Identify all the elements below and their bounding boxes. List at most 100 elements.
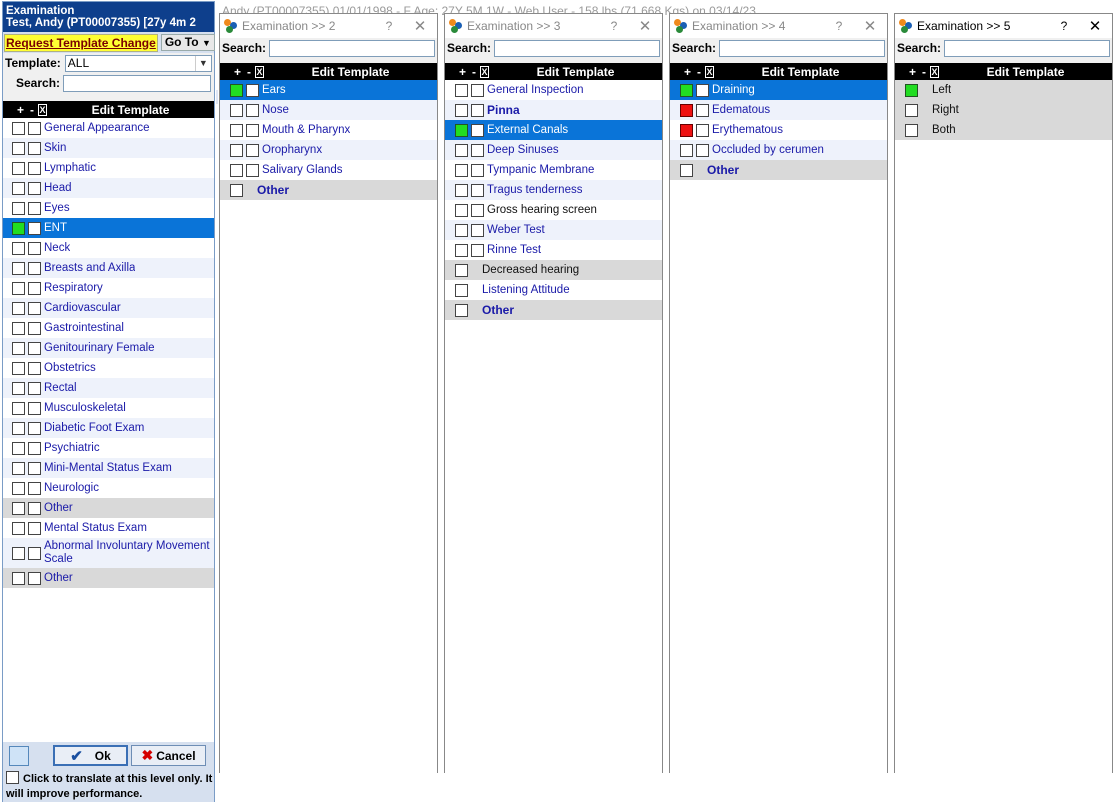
status-checkbox[interactable] — [680, 83, 693, 97]
edit-template-button[interactable]: Edit Template — [939, 65, 1112, 79]
list-item-decreased-hearing[interactable]: Decreased hearing — [445, 260, 662, 280]
select-checkbox[interactable] — [246, 83, 259, 97]
list-item-rectal[interactable]: Rectal — [3, 378, 214, 398]
clear-selection-icon[interactable]: X — [705, 65, 714, 78]
search-input[interactable] — [719, 39, 885, 57]
select-checkbox[interactable] — [28, 421, 41, 435]
edit-template-button[interactable]: Edit Template — [489, 65, 662, 79]
select-checkbox[interactable] — [28, 341, 41, 355]
list-item-lymphatic[interactable]: Lymphatic — [3, 158, 214, 178]
status-checkbox[interactable] — [12, 361, 25, 375]
help-icon[interactable]: ? — [375, 19, 403, 33]
list-item-draining[interactable]: Draining — [670, 80, 887, 100]
select-checkbox[interactable] — [471, 123, 484, 137]
cancel-button[interactable]: ✖ Cancel — [131, 745, 206, 766]
request-template-change-link[interactable]: Request Template Change — [4, 33, 158, 52]
status-checkbox[interactable] — [455, 103, 468, 117]
status-checkbox[interactable] — [12, 221, 25, 235]
select-checkbox[interactable] — [28, 461, 41, 475]
select-checkbox[interactable] — [246, 143, 259, 157]
search-input[interactable] — [944, 39, 1110, 57]
list-item-weber-test[interactable]: Weber Test — [445, 220, 662, 240]
status-checkbox[interactable] — [12, 521, 25, 535]
list-item-neck[interactable]: Neck — [3, 238, 214, 258]
translate-icon[interactable] — [9, 746, 29, 766]
close-icon[interactable]: ✕ — [853, 17, 887, 35]
list-item-other[interactable]: Other — [670, 160, 887, 180]
list-item-tympanic-membrane[interactable]: Tympanic Membrane — [445, 160, 662, 180]
status-checkbox[interactable] — [12, 201, 25, 215]
select-checkbox[interactable] — [28, 401, 41, 415]
help-icon[interactable]: ? — [600, 19, 628, 33]
status-checkbox[interactable] — [905, 123, 918, 137]
status-checkbox[interactable] — [12, 401, 25, 415]
select-checkbox[interactable] — [471, 163, 484, 177]
window-title-bar[interactable]: Examination >> 4? ✕ — [670, 14, 887, 38]
list-item-tragus-tenderness[interactable]: Tragus tenderness — [445, 180, 662, 200]
close-icon[interactable]: ✕ — [628, 17, 662, 35]
list-item-other[interactable]: Other — [3, 568, 214, 588]
select-checkbox[interactable] — [471, 203, 484, 217]
status-checkbox[interactable] — [12, 341, 25, 355]
list-item-gross-hearing-screen[interactable]: Gross hearing screen — [445, 200, 662, 220]
search-input[interactable] — [63, 74, 212, 92]
select-checkbox[interactable] — [28, 201, 41, 215]
select-checkbox[interactable] — [471, 83, 484, 97]
goto-button[interactable]: Go To ▼ — [160, 34, 215, 51]
list-item-ears[interactable]: Ears — [220, 80, 437, 100]
search-input[interactable] — [494, 39, 660, 57]
list-item-psychiatric[interactable]: Psychiatric — [3, 438, 214, 458]
list-item-respiratory[interactable]: Respiratory — [3, 278, 214, 298]
status-checkbox[interactable] — [12, 141, 25, 155]
status-checkbox[interactable] — [455, 303, 468, 317]
select-checkbox[interactable] — [28, 281, 41, 295]
list-item-mini-mental-status-exam[interactable]: Mini-Mental Status Exam — [3, 458, 214, 478]
status-checkbox[interactable] — [680, 163, 693, 177]
status-checkbox[interactable] — [455, 123, 468, 137]
status-checkbox[interactable] — [230, 143, 243, 157]
help-icon[interactable]: ? — [825, 19, 853, 33]
select-checkbox[interactable] — [28, 381, 41, 395]
status-checkbox[interactable] — [230, 163, 243, 177]
status-checkbox[interactable] — [12, 421, 25, 435]
status-checkbox[interactable] — [905, 103, 918, 117]
list-item-cardiovascular[interactable]: Cardiovascular — [3, 298, 214, 318]
list-item-mouth-pharynx[interactable]: Mouth & Pharynx — [220, 120, 437, 140]
clear-selection-icon[interactable]: X — [480, 65, 489, 78]
select-checkbox[interactable] — [28, 321, 41, 335]
list-item-edematous[interactable]: Edematous — [670, 100, 887, 120]
status-checkbox[interactable] — [12, 161, 25, 175]
status-checkbox[interactable] — [455, 283, 468, 297]
status-checkbox[interactable] — [12, 546, 25, 560]
translate-checkbox[interactable] — [6, 771, 19, 784]
select-checkbox[interactable] — [28, 361, 41, 375]
status-checkbox[interactable] — [230, 83, 243, 97]
list-item-head[interactable]: Head — [3, 178, 214, 198]
status-checkbox[interactable] — [680, 103, 693, 117]
list-item-genitourinary-female[interactable]: Genitourinary Female — [3, 338, 214, 358]
status-checkbox[interactable] — [12, 321, 25, 335]
select-checkbox[interactable] — [28, 181, 41, 195]
list-item-musculoskeletal[interactable]: Musculoskeletal — [3, 398, 214, 418]
window-title-bar[interactable]: Examination >> 2? ✕ — [220, 14, 437, 38]
select-checkbox[interactable] — [28, 261, 41, 275]
select-checkbox[interactable] — [246, 123, 259, 137]
list-item-listening-attitude[interactable]: Listening Attitude — [445, 280, 662, 300]
select-checkbox[interactable] — [696, 123, 709, 137]
list-item-abnormal-involuntary-movement-scale[interactable]: Abnormal Involuntary Movement Scale — [3, 538, 214, 568]
window-title-bar[interactable]: Examination >> 5? ✕ — [895, 14, 1112, 38]
ok-button[interactable]: ✔ Ok — [53, 745, 128, 766]
edit-template-button[interactable]: Edit Template — [264, 65, 437, 79]
expand-all-button[interactable]: + — [17, 103, 30, 117]
list-item-gastrointestinal[interactable]: Gastrointestinal — [3, 318, 214, 338]
list-item-deep-sinuses[interactable]: Deep Sinuses — [445, 140, 662, 160]
select-checkbox[interactable] — [471, 183, 484, 197]
list-item-neurologic[interactable]: Neurologic — [3, 478, 214, 498]
select-checkbox[interactable] — [28, 571, 41, 585]
status-checkbox[interactable] — [12, 281, 25, 295]
status-checkbox[interactable] — [455, 223, 468, 237]
select-checkbox[interactable] — [28, 241, 41, 255]
list-item-skin[interactable]: Skin — [3, 138, 214, 158]
help-icon[interactable]: ? — [1050, 19, 1078, 33]
select-checkbox[interactable] — [28, 546, 41, 560]
